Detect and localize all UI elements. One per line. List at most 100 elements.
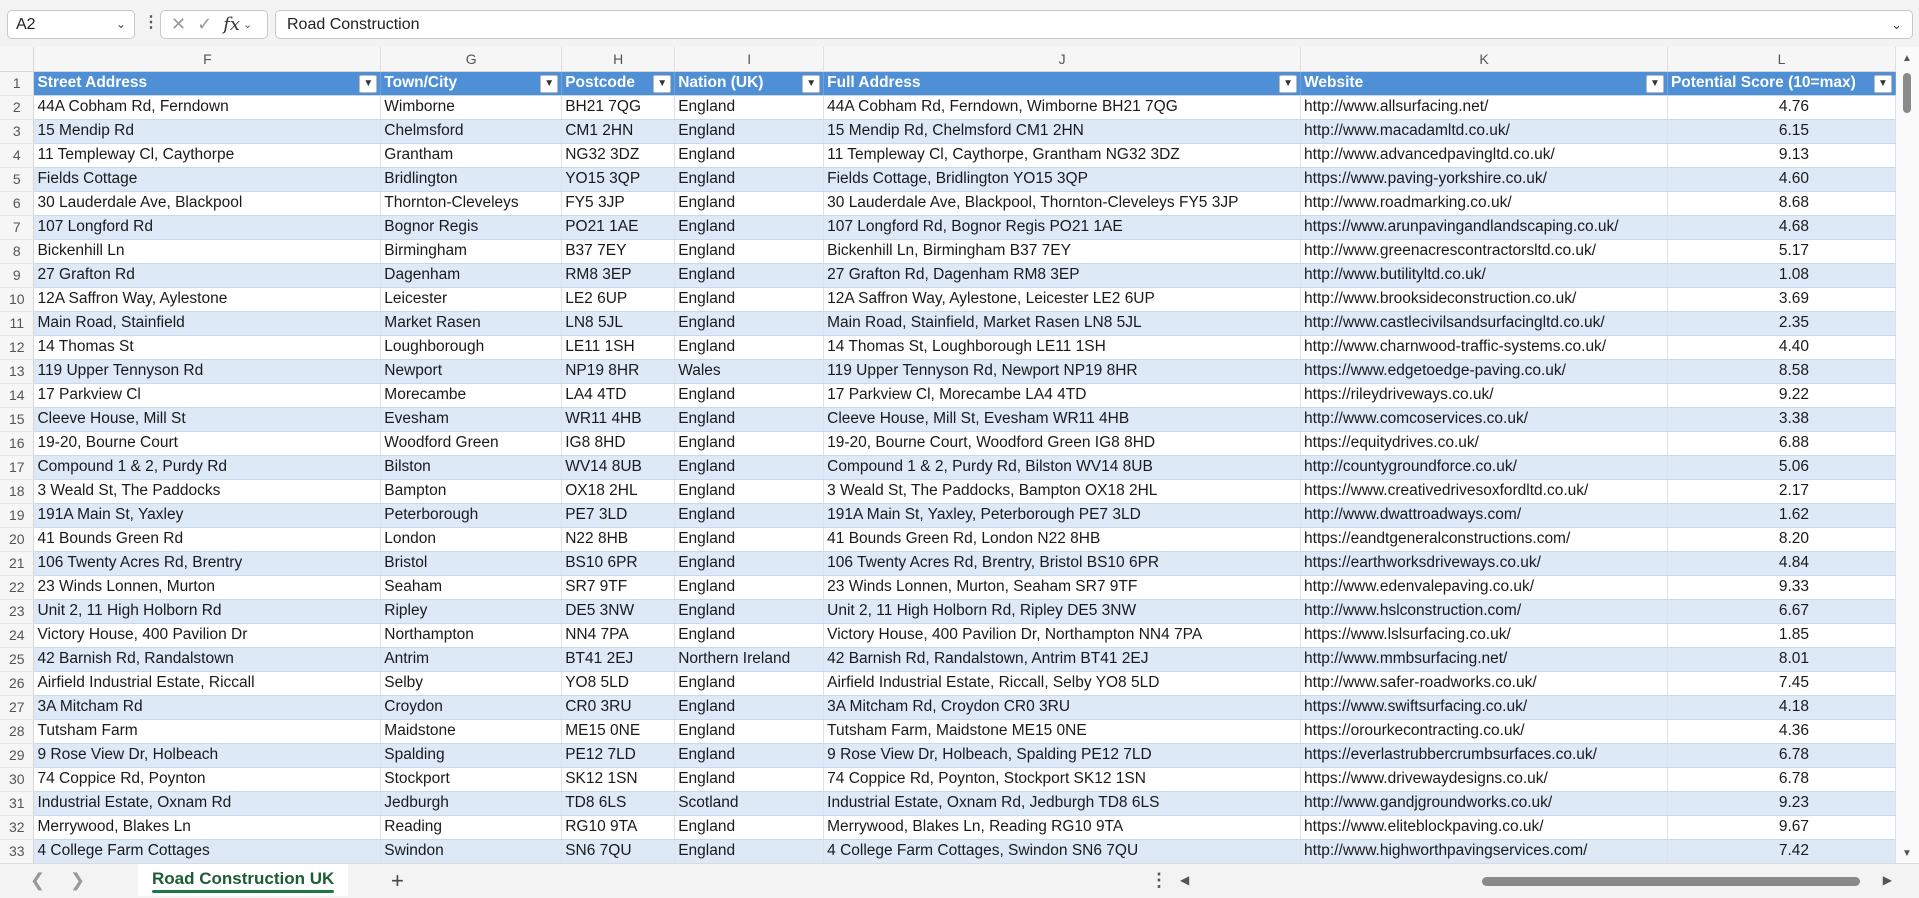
- cell-street-address[interactable]: Cleeve House, Mill St: [33, 407, 382, 432]
- row-header[interactable]: 27: [0, 695, 35, 720]
- cell-potential-score[interactable]: 4.40: [1667, 335, 1896, 360]
- cell-website[interactable]: https://equitydrives.co.uk/: [1300, 431, 1668, 456]
- row-header[interactable]: 21: [0, 551, 35, 576]
- row-header[interactable]: 5: [0, 167, 35, 192]
- spreadsheet-grid[interactable]: F G H I J K L 1 Street Address ▼ Town/Cit…: [0, 47, 1896, 863]
- cell-potential-score[interactable]: 3.38: [1667, 407, 1896, 432]
- cell-potential-score[interactable]: 7.45: [1667, 671, 1896, 696]
- cell-street-address[interactable]: Unit 2, 11 High Holborn Rd: [33, 599, 382, 624]
- row-header[interactable]: 29: [0, 743, 35, 768]
- cell-nation[interactable]: England: [674, 527, 825, 552]
- cell-potential-score[interactable]: 4.18: [1667, 695, 1896, 720]
- cell-street-address[interactable]: 30 Lauderdale Ave, Blackpool: [33, 191, 382, 216]
- cell-website[interactable]: http://www.greenacrescontractorsltd.co.u…: [1300, 239, 1668, 264]
- filter-dropdown-icon[interactable]: ▼: [1874, 74, 1892, 93]
- cell-postcode[interactable]: NG32 3DZ: [561, 143, 676, 168]
- cell-potential-score[interactable]: 4.60: [1667, 167, 1896, 192]
- header-cell-postcode[interactable]: Postcode ▼: [561, 71, 676, 96]
- cell-website[interactable]: http://www.gandjgroundworks.co.uk/: [1300, 791, 1668, 816]
- cell-website[interactable]: https://www.drivewaydesigns.co.uk/: [1300, 767, 1668, 792]
- cell-postcode[interactable]: OX18 2HL: [561, 479, 676, 504]
- cell-nation[interactable]: England: [674, 623, 825, 648]
- cell-nation[interactable]: England: [674, 695, 825, 720]
- cell-potential-score[interactable]: 5.06: [1667, 455, 1896, 480]
- cell-website[interactable]: https://earthworksdriveways.co.uk/: [1300, 551, 1668, 576]
- row-header[interactable]: 26: [0, 671, 35, 696]
- cell-postcode[interactable]: PE7 3LD: [561, 503, 676, 528]
- cell-website[interactable]: http://www.safer-roadworks.co.uk/: [1300, 671, 1668, 696]
- cell-street-address[interactable]: 41 Bounds Green Rd: [33, 527, 382, 552]
- filter-dropdown-icon[interactable]: ▼: [653, 74, 672, 93]
- cell-website[interactable]: http://www.hslconstruction.com/: [1300, 599, 1668, 624]
- row-header[interactable]: 17: [0, 455, 35, 480]
- cell-postcode[interactable]: LN8 5JL: [561, 311, 676, 336]
- cell-website[interactable]: http://www.highworthpavingservices.com/: [1300, 839, 1668, 863]
- filter-dropdown-icon[interactable]: ▼: [1645, 74, 1664, 93]
- cell-postcode[interactable]: LE2 6UP: [561, 287, 676, 312]
- cell-potential-score[interactable]: 1.62: [1667, 503, 1896, 528]
- cell-street-address[interactable]: Tutsham Farm: [33, 719, 382, 744]
- header-cell-website[interactable]: Website ▼: [1300, 71, 1668, 96]
- cell-nation[interactable]: England: [674, 143, 825, 168]
- chevron-down-icon[interactable]: ⌄: [116, 11, 126, 38]
- scroll-left-icon[interactable]: ◀: [1180, 873, 1189, 887]
- cell-postcode[interactable]: YO8 5LD: [561, 671, 676, 696]
- cell-potential-score[interactable]: 6.78: [1667, 767, 1896, 792]
- cell-street-address[interactable]: 106 Twenty Acres Rd, Brentry: [33, 551, 382, 576]
- close-icon[interactable]: ✕: [171, 14, 186, 35]
- cell-full-address[interactable]: 15 Mendip Rd, Chelmsford CM1 2HN: [823, 119, 1302, 144]
- cell-potential-score[interactable]: 8.58: [1667, 359, 1896, 384]
- cell-nation[interactable]: England: [674, 119, 825, 144]
- cell-postcode[interactable]: BT41 2EJ: [561, 647, 676, 672]
- column-header[interactable]: H: [561, 47, 676, 72]
- cell-street-address[interactable]: 119 Upper Tennyson Rd: [33, 359, 382, 384]
- cell-full-address[interactable]: 42 Barnish Rd, Randalstown, Antrim BT41 …: [823, 647, 1302, 672]
- cell-full-address[interactable]: 19-20, Bourne Court, Woodford Green IG8 …: [823, 431, 1302, 456]
- cell-full-address[interactable]: 12A Saffron Way, Aylestone, Leicester LE…: [823, 287, 1302, 312]
- cell-town-city[interactable]: Northampton: [380, 623, 563, 648]
- cell-website[interactable]: https://www.paving-yorkshire.co.uk/: [1300, 167, 1668, 192]
- cell-street-address[interactable]: Main Road, Stainfield: [33, 311, 382, 336]
- cell-postcode[interactable]: N22 8HB: [561, 527, 676, 552]
- cell-nation[interactable]: England: [674, 215, 825, 240]
- cell-town-city[interactable]: Jedburgh: [380, 791, 563, 816]
- cell-postcode[interactable]: WR11 4HB: [561, 407, 676, 432]
- header-cell-full-address[interactable]: Full Address ▼: [823, 71, 1302, 96]
- cell-nation[interactable]: England: [674, 407, 825, 432]
- cell-potential-score[interactable]: 4.36: [1667, 719, 1896, 744]
- add-sheet-button[interactable]: +: [391, 868, 404, 894]
- cell-full-address[interactable]: Victory House, 400 Pavilion Dr, Northamp…: [823, 623, 1302, 648]
- cell-town-city[interactable]: Spalding: [380, 743, 563, 768]
- cell-potential-score[interactable]: 8.01: [1667, 647, 1896, 672]
- cell-nation[interactable]: England: [674, 719, 825, 744]
- cell-full-address[interactable]: Compound 1 & 2, Purdy Rd, Bilston WV14 8…: [823, 455, 1302, 480]
- cell-nation[interactable]: England: [674, 311, 825, 336]
- cell-postcode[interactable]: NP19 8HR: [561, 359, 676, 384]
- row-header[interactable]: 31: [0, 791, 35, 816]
- cell-potential-score[interactable]: 6.67: [1667, 599, 1896, 624]
- formula-input[interactable]: Road Construction ⌄: [275, 10, 1913, 39]
- cell-street-address[interactable]: 23 Winds Lonnen, Murton: [33, 575, 382, 600]
- cell-website[interactable]: https://www.arunpavingandlandscaping.co.…: [1300, 215, 1668, 240]
- cell-nation[interactable]: England: [674, 479, 825, 504]
- sheet-tab-active[interactable]: Road Construction UK: [138, 864, 349, 896]
- row-header[interactable]: 28: [0, 719, 35, 744]
- cell-nation[interactable]: England: [674, 239, 825, 264]
- cell-nation[interactable]: England: [674, 575, 825, 600]
- cell-postcode[interactable]: BH21 7QG: [561, 95, 676, 120]
- cell-full-address[interactable]: 30 Lauderdale Ave, Blackpool, Thornton-C…: [823, 191, 1302, 216]
- cell-nation[interactable]: England: [674, 455, 825, 480]
- cell-potential-score[interactable]: 6.15: [1667, 119, 1896, 144]
- cell-full-address[interactable]: 74 Coppice Rd, Poynton, Stockport SK12 1…: [823, 767, 1302, 792]
- row-header[interactable]: 13: [0, 359, 35, 384]
- cell-nation[interactable]: England: [674, 95, 825, 120]
- cell-website[interactable]: http://www.roadmarking.co.uk/: [1300, 191, 1668, 216]
- cell-nation[interactable]: England: [674, 503, 825, 528]
- cell-potential-score[interactable]: 6.88: [1667, 431, 1896, 456]
- row-header[interactable]: 7: [0, 215, 35, 240]
- cell-nation[interactable]: Northern Ireland: [674, 647, 825, 672]
- cell-street-address[interactable]: 191A Main St, Yaxley: [33, 503, 382, 528]
- cell-town-city[interactable]: Woodford Green: [380, 431, 563, 456]
- chevron-right-icon[interactable]: ❯: [70, 870, 85, 891]
- filter-dropdown-icon[interactable]: ▼: [359, 74, 378, 93]
